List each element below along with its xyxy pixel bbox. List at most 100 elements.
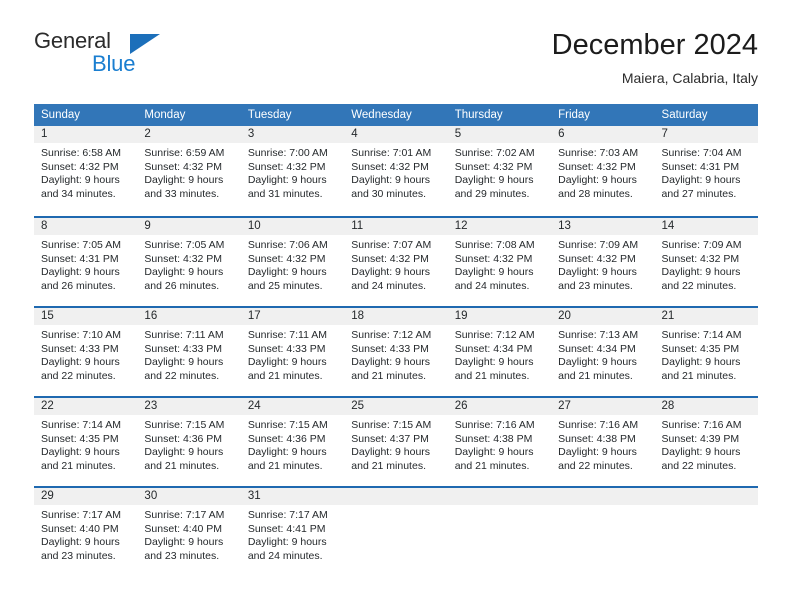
day-cell-2[interactable]: 2 Sunrise: 6:59 AM Sunset: 4:32 PM Daylight… (137, 126, 241, 216)
day-cell-18[interactable]: 18 Sunrise: 7:12 AM Sunset: 4:33 PM Dayligh… (344, 308, 448, 396)
daylight-text-line1: Daylight: 9 hours (247, 536, 327, 549)
sunset-text: Sunset: 4:35 PM (661, 342, 740, 355)
daylight-text-line1: Daylight: 9 hours (454, 266, 534, 279)
daylight-text-line1: Daylight: 9 hours (144, 446, 224, 459)
day-number: 10 (240, 218, 345, 235)
day-number: 12 (447, 218, 552, 235)
day-cell-31[interactable]: 31 Sunrise: 7:17 AM Sunset: 4:41 PM Dayligh… (240, 488, 345, 576)
day-number: 9 (137, 218, 241, 235)
day-cell-20[interactable]: 20 Sunrise: 7:13 AM Sunset: 4:34 PM Dayligh… (551, 308, 655, 396)
day-cell-26[interactable]: 26 Sunrise: 7:16 AM Sunset: 4:38 PM Dayligh… (447, 398, 552, 486)
sunset-text: Sunset: 4:32 PM (558, 160, 636, 173)
day-cell-9[interactable]: 9 Sunrise: 7:05 AM Sunset: 4:32 PM Daylight… (137, 218, 241, 306)
day-number: 26 (447, 398, 552, 415)
day-cell-15[interactable]: 15 Sunrise: 7:10 AM Sunset: 4:33 PM Dayligh… (34, 308, 138, 396)
day-details: Sunrise: 7:16 AM Sunset: 4:38 PM Daylight:… (448, 415, 551, 473)
daylight-text-line2: and 21 minutes. (41, 459, 116, 472)
sunrise-text: Sunrise: 7:04 AM (661, 147, 742, 159)
daylight-text-line1: Daylight: 9 hours (558, 356, 637, 369)
day-details: Sunrise: 7:12 AM Sunset: 4:33 PM Daylight:… (344, 325, 447, 383)
daylight-text-line1: Daylight: 9 hours (144, 266, 224, 279)
day-details (344, 505, 447, 509)
daylight-text-line2: and 26 minutes. (144, 279, 220, 292)
day-cell-27[interactable]: 27 Sunrise: 7:16 AM Sunset: 4:38 PM Dayligh… (551, 398, 655, 486)
sunset-text: Sunset: 4:33 PM (41, 342, 119, 355)
day-cell-11[interactable]: 11 Sunrise: 7:07 AM Sunset: 4:32 PM Dayligh… (344, 218, 448, 306)
day-cell-13[interactable]: 13 Sunrise: 7:09 AM Sunset: 4:32 PM Dayligh… (551, 218, 655, 306)
generalblue-logo[interactable]: General Blue (34, 28, 234, 90)
day-cell-16[interactable]: 16 Sunrise: 7:11 AM Sunset: 4:33 PM Dayligh… (137, 308, 241, 396)
day-cell-8[interactable]: 8 Sunrise: 7:05 AM Sunset: 4:31 PM Daylight… (34, 218, 138, 306)
day-details: Sunrise: 7:02 AM Sunset: 4:32 PM Daylight:… (448, 143, 551, 201)
day-number: 1 (34, 126, 138, 143)
day-details (551, 505, 654, 509)
day-details: Sunrise: 7:11 AM Sunset: 4:33 PM Daylight:… (137, 325, 240, 383)
day-details: Sunrise: 7:15 AM Sunset: 4:36 PM Daylight:… (241, 415, 344, 473)
daylight-text-line2: and 21 minutes. (351, 459, 426, 472)
daylight-text-line1: Daylight: 9 hours (661, 356, 741, 369)
day-cell-28[interactable]: 28 Sunrise: 7:16 AM Sunset: 4:39 PM Dayligh… (654, 398, 758, 486)
sunrise-text: Sunrise: 7:12 AM (351, 329, 432, 341)
day-cell-6[interactable]: 6 Sunrise: 7:03 AM Sunset: 4:32 PM Daylight… (551, 126, 655, 216)
day-cell-19[interactable]: 19 Sunrise: 7:12 AM Sunset: 4:34 PM Dayligh… (447, 308, 552, 396)
daylight-text-line1: Daylight: 9 hours (247, 266, 327, 279)
day-details: Sunrise: 7:15 AM Sunset: 4:37 PM Daylight:… (344, 415, 447, 473)
page-title: December 2024 (551, 29, 758, 61)
daylight-text-line1: Daylight: 9 hours (661, 446, 741, 459)
day-cell-3[interactable]: 3 Sunrise: 7:00 AM Sunset: 4:32 PM Daylight… (240, 126, 345, 216)
daylight-text-line1: Daylight: 9 hours (454, 356, 534, 369)
daylight-text-line2: and 21 minutes. (661, 369, 737, 382)
day-cell-30[interactable]: 30 Sunrise: 7:17 AM Sunset: 4:40 PM Dayligh… (137, 488, 241, 576)
calendar-week-row: 8 Sunrise: 7:05 AM Sunset: 4:31 PM Daylight… (34, 216, 758, 306)
calendar-page: General Blue December 2024 Maiera, Calab… (0, 0, 792, 612)
sunset-text: Sunset: 4:33 PM (351, 342, 429, 355)
day-number: 8 (34, 218, 138, 235)
day-cell-17[interactable]: 17 Sunrise: 7:11 AM Sunset: 4:33 PM Dayligh… (240, 308, 345, 396)
day-number: 13 (551, 218, 655, 235)
day-cell-12[interactable]: 12 Sunrise: 7:08 AM Sunset: 4:32 PM Dayligh… (447, 218, 552, 306)
day-cell-4[interactable]: 4 Sunrise: 7:01 AM Sunset: 4:32 PM Daylight… (344, 126, 448, 216)
day-cell-24[interactable]: 24 Sunrise: 7:15 AM Sunset: 4:36 PM Dayligh… (240, 398, 345, 486)
daylight-text-line2: and 23 minutes. (41, 549, 116, 562)
sunrise-text: Sunrise: 6:59 AM (144, 147, 225, 159)
day-cell-25[interactable]: 25 Sunrise: 7:15 AM Sunset: 4:37 PM Dayligh… (344, 398, 448, 486)
day-details: Sunrise: 7:07 AM Sunset: 4:32 PM Daylight:… (344, 235, 447, 293)
sunrise-text: Sunrise: 7:05 AM (144, 239, 225, 251)
sunset-text: Sunset: 4:32 PM (41, 160, 119, 173)
day-cell-23[interactable]: 23 Sunrise: 7:15 AM Sunset: 4:36 PM Dayligh… (137, 398, 241, 486)
day-number: 31 (240, 488, 345, 505)
day-details: Sunrise: 6:59 AM Sunset: 4:32 PM Daylight:… (137, 143, 240, 201)
daylight-text-line2: and 30 minutes. (351, 187, 426, 200)
daylight-text-line1: Daylight: 9 hours (558, 266, 637, 279)
day-cell-10[interactable]: 10 Sunrise: 7:06 AM Sunset: 4:32 PM Dayligh… (240, 218, 345, 306)
day-details: Sunrise: 7:16 AM Sunset: 4:39 PM Daylight:… (655, 415, 758, 473)
sunrise-text: Sunrise: 7:07 AM (351, 239, 432, 251)
day-cell-21[interactable]: 21 Sunrise: 7:14 AM Sunset: 4:35 PM Dayligh… (654, 308, 758, 396)
sunset-text: Sunset: 4:36 PM (144, 432, 223, 445)
sunset-text: Sunset: 4:32 PM (247, 252, 326, 265)
sunset-text: Sunset: 4:38 PM (558, 432, 636, 445)
day-details: Sunrise: 7:08 AM Sunset: 4:32 PM Daylight:… (448, 235, 551, 293)
daylight-text-line2: and 33 minutes. (144, 187, 220, 200)
daylight-text-line1: Daylight: 9 hours (247, 356, 327, 369)
day-cell-5[interactable]: 5 Sunrise: 7:02 AM Sunset: 4:32 PM Daylight… (447, 126, 552, 216)
sunset-text: Sunset: 4:32 PM (454, 252, 533, 265)
weekday-header-wednesday: Wednesday (351, 109, 412, 121)
daylight-text-line2: and 31 minutes. (247, 187, 323, 200)
daylight-text-line1: Daylight: 9 hours (41, 446, 120, 459)
day-cell-1[interactable]: 1 Sunrise: 6:58 AM Sunset: 4:32 PM Daylight… (34, 126, 138, 216)
day-number (344, 488, 448, 505)
sunset-text: Sunset: 4:34 PM (558, 342, 636, 355)
daylight-text-line2: and 26 minutes. (41, 279, 116, 292)
day-cell-22[interactable]: 22 Sunrise: 7:14 AM Sunset: 4:35 PM Dayligh… (34, 398, 138, 486)
day-cell-7[interactable]: 7 Sunrise: 7:04 AM Sunset: 4:31 PM Daylight… (654, 126, 758, 216)
day-details: Sunrise: 6:58 AM Sunset: 4:32 PM Daylight:… (34, 143, 137, 201)
calendar-grid: Sunday Monday Tuesday Wednesday Thursday Frid… (34, 104, 758, 576)
day-details: Sunrise: 7:12 AM Sunset: 4:34 PM Daylight:… (448, 325, 551, 383)
day-cell-29[interactable]: 29 Sunrise: 7:17 AM Sunset: 4:40 PM Dayligh… (34, 488, 138, 576)
daylight-text-line2: and 24 minutes. (454, 279, 530, 292)
day-details: Sunrise: 7:17 AM Sunset: 4:40 PM Daylight:… (137, 505, 240, 563)
sunset-text: Sunset: 4:40 PM (41, 522, 119, 535)
day-cell-14[interactable]: 14 Sunrise: 7:09 AM Sunset: 4:32 PM Dayligh… (654, 218, 758, 306)
daylight-text-line1: Daylight: 9 hours (351, 266, 431, 279)
